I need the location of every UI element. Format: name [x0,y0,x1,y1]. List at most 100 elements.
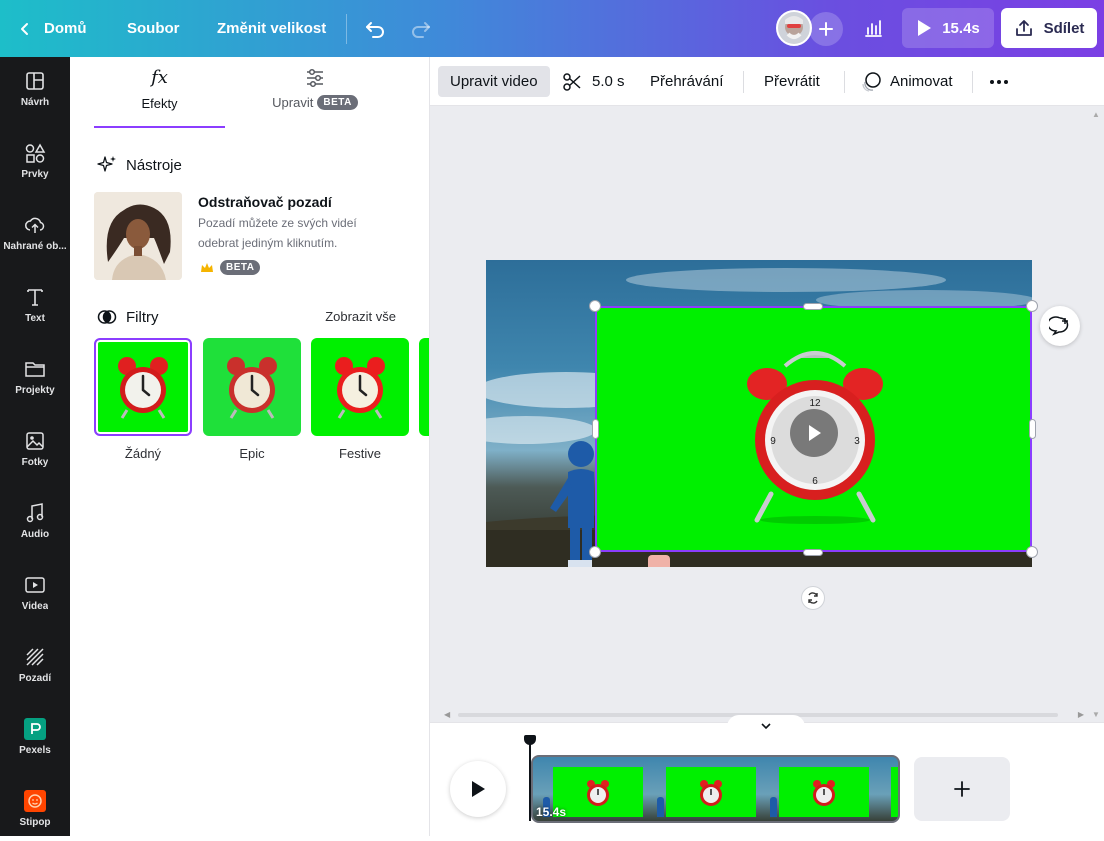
more-options-button[interactable] [988,66,1010,97]
resize-handle-top-right[interactable] [1026,300,1038,312]
playhead-marker[interactable] [524,735,536,745]
preview-play-button[interactable]: 15.4s [902,8,994,48]
tab-label: Upravit [272,95,314,110]
svg-text:12: 12 [809,398,821,409]
analytics-button[interactable] [852,8,894,48]
divider [972,71,973,93]
redo-icon [412,21,430,38]
play-icon [809,425,821,441]
flip-button[interactable]: Převrátit [764,66,820,97]
trim-duration: 5.0 s [592,73,625,90]
add-page-button[interactable] [914,757,1010,821]
video-icon [25,577,45,593]
text-icon [27,289,43,306]
sidebar-item-background[interactable]: Pozadí [0,633,70,697]
sparkle-icon [97,156,116,172]
alarm-clock-icon [587,780,609,806]
beta-badge: BETA [317,95,358,110]
resize-button[interactable]: Změnit velikost [217,0,326,57]
crown-icon [201,262,213,272]
scroll-right-arrow[interactable]: ▶ [1078,710,1084,719]
edit-video-button[interactable]: Upravit video [438,66,550,97]
home-button[interactable]: Domů [18,0,87,57]
add-comment-button[interactable] [1040,306,1080,346]
fx-icon: fx [151,67,168,88]
more-icon [990,79,1008,84]
see-all-link[interactable]: Zobrazit vše [325,309,396,324]
alarm-clock-icon [118,357,168,419]
sidebar-item-label: Návrh [20,97,50,108]
background-remover-title: Odstraňovač pozadí [198,194,332,210]
sidebar-item-elements[interactable]: Prvky [0,129,70,193]
sidebar-item-label: Stipop [19,817,51,828]
scroll-down-arrow[interactable]: ▼ [1092,710,1100,719]
resize-handle-top[interactable] [803,303,823,310]
tab-effects[interactable]: fx Efekty [94,67,225,111]
filters-title: Filtry [126,308,159,326]
sidebar-item-photos[interactable]: Fotky [0,417,70,481]
scroll-left-arrow[interactable]: ◀ [444,710,450,719]
timeline-clip[interactable]: 15.4s [531,755,900,823]
add-collaborator-button[interactable] [809,12,843,46]
timeline-collapse-button[interactable] [727,715,805,737]
feet-figure [648,555,670,567]
video-play-button[interactable] [790,409,838,457]
background-remover-desc-1: Pozadí můžete ze svých videí [198,216,357,230]
redo-button[interactable] [410,0,432,57]
avatar[interactable] [776,10,812,46]
person-figure [657,797,664,817]
undo-button[interactable] [364,0,386,57]
sidebar-item-label: Videa [21,601,49,612]
edit-video-label: Upravit video [450,73,538,90]
trim-button[interactable]: 5.0 s [562,66,625,97]
sidebar-item-uploads[interactable]: Nahrané ob... [0,201,70,265]
tools-heading: Nástroje [96,154,182,176]
background-remover-card[interactable]: Odstraňovač pozadí Pozadí můžete ze svýc… [94,192,414,280]
file-menu[interactable]: Soubor [127,0,180,57]
resize-handle-right[interactable] [1029,419,1036,439]
scissors-icon [563,72,581,91]
filter-epic[interactable] [203,338,301,436]
selected-video-element[interactable]: 12 3 6 9 [595,306,1032,552]
sidebar-item-label: Projekty [15,385,55,396]
sidebar-item-stipop[interactable]: Stipop [0,777,70,841]
sidebar-item-design[interactable]: Návrh [0,57,70,121]
tab-adjust[interactable]: Upravit BETA [250,67,380,110]
sidebar-item-projects[interactable]: Projekty [0,345,70,409]
resize-handle-left[interactable] [592,419,599,439]
beta-badge: BETA [220,260,261,275]
resize-handle-top-left[interactable] [589,300,601,312]
scroll-up-arrow[interactable]: ▲ [1092,110,1100,119]
resize-handle-bottom-right[interactable] [1026,546,1038,558]
side-navigation: Návrh Prvky Nahrané ob... Text Projekty … [0,57,70,836]
background-remover-thumbnail [94,192,182,280]
animate-button[interactable]: Animovat [860,66,953,97]
svg-text:9: 9 [770,436,776,447]
svg-text:6: 6 [812,476,818,487]
share-button[interactable]: Sdílet [1001,8,1097,48]
sidebar-item-audio[interactable]: Audio [0,489,70,553]
sidebar-item-pexels[interactable]: Pexels [0,705,70,769]
filter-partial[interactable] [419,338,429,436]
tab-label: Efekty [141,96,178,111]
filter-none[interactable] [94,338,192,436]
canvas-workspace: ▲ ▼ 12 3 6 9 ◀ ▶ [430,106,1104,722]
sidebar-item-videos[interactable]: Videa [0,561,70,625]
design-icon [26,72,44,90]
stipop-icon [24,790,46,812]
timeline-play-button[interactable] [450,761,506,817]
filter-festive[interactable] [311,338,409,436]
resize-handle-bottom[interactable] [803,549,823,556]
elements-icon [25,143,46,163]
clip-frame [891,767,898,817]
effects-panel: fx Efekty Upravit BETA Nástroje Odstraňo… [70,57,430,836]
play-icon [472,781,485,797]
filter-icon [97,310,117,324]
sidebar-item-label: Text [25,313,45,324]
sidebar-item-text[interactable]: Text [0,273,70,337]
resize-handle-bottom-left[interactable] [589,546,601,558]
sidebar-item-label: Audio [20,529,50,540]
playback-button[interactable]: Přehrávání [650,66,723,97]
rotate-handle[interactable] [801,586,825,610]
tools-title: Nástroje [126,156,182,174]
